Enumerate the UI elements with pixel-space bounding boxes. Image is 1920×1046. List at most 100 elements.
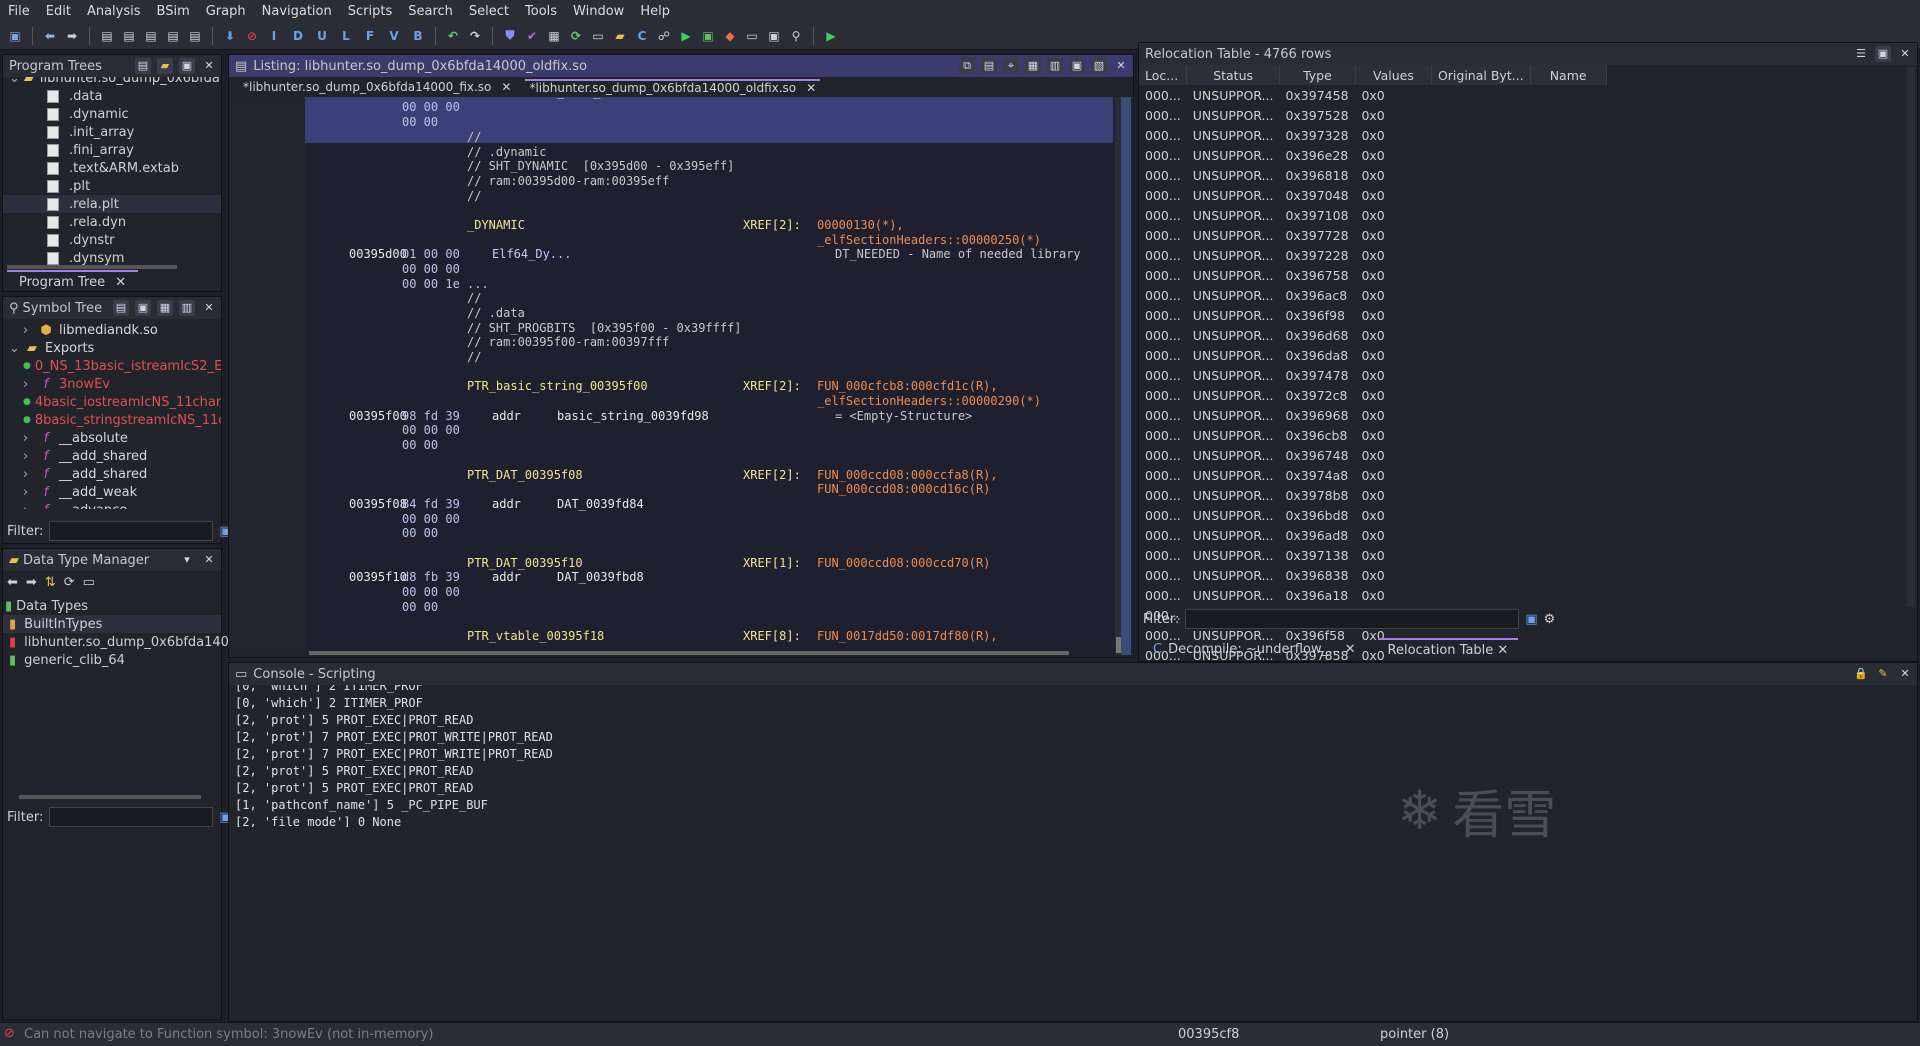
tab-program-tree[interactable]: Program Tree ✕	[7, 269, 139, 293]
menu-bsim[interactable]: BSim	[149, 4, 198, 19]
next-instruction-icon[interactable]: ▤	[120, 27, 138, 45]
column-header[interactable]: Values	[1355, 65, 1432, 85]
chevron-right-icon[interactable]: ›	[23, 449, 37, 464]
tree-item[interactable]: .dynamic	[3, 105, 221, 123]
listing-token[interactable]: XREF[8]:	[743, 629, 801, 643]
chevron-right-icon[interactable]: ›	[23, 431, 37, 446]
table-row[interactable]: 000... UNSUPPOR... 0x396f98 0x0	[1139, 305, 1606, 325]
menu-icon[interactable]: ☰	[1853, 46, 1869, 62]
undo-icon[interactable]: ↶	[444, 27, 462, 45]
play-icon[interactable]: ▶	[822, 27, 840, 45]
menu-graph[interactable]: Graph	[198, 4, 254, 19]
toolbar-b-button[interactable]: B	[409, 27, 427, 45]
listing-token[interactable]: XREF[2]:	[743, 468, 801, 482]
table-row[interactable]: 000... UNSUPPOR... 0x3974a8 0x0	[1139, 465, 1606, 485]
layout-icon[interactable]: ▧	[1091, 58, 1107, 74]
column-header[interactable]: Type	[1279, 65, 1356, 85]
chevron-right-icon[interactable]: ›	[23, 323, 37, 338]
tree-root[interactable]: ⌄ ▰ libhunter.so_dump_0x6bfda14000_	[3, 77, 221, 87]
chevron-down-icon[interactable]: ⌄	[9, 341, 23, 356]
table-row[interactable]: 000... UNSUPPOR... 0x396d68 0x0	[1139, 325, 1606, 345]
tree-item[interactable]: .rela.plt	[3, 195, 221, 213]
column-header[interactable]: Status	[1186, 65, 1280, 85]
table-row[interactable]: 000... UNSUPPOR... 0x397528 0x0	[1139, 105, 1606, 125]
data-type-archive[interactable]: ▮ BuiltInTypes	[3, 615, 221, 633]
tree-item[interactable]: .plt	[3, 177, 221, 195]
redo-icon[interactable]: ↷	[466, 27, 484, 45]
run-icon[interactable]: ▶	[677, 27, 695, 45]
table-row[interactable]: 000... UNSUPPOR... 0x396818 0x0	[1139, 165, 1606, 185]
table-row[interactable]: 000... UNSUPPOR... 0x397138 0x0	[1139, 545, 1606, 565]
paste-icon[interactable]: ▤	[981, 58, 997, 74]
listing-token[interactable]: FUN_000ccd08:000cd16c(R)	[817, 482, 990, 496]
close-icon[interactable]: ✕	[806, 81, 816, 95]
tab-decompile[interactable]: C Decompile: ~underflow_... ✕	[1143, 639, 1366, 660]
symbol-tree-item[interactable]: › f __absolute	[3, 429, 221, 447]
toolbar-v-button[interactable]: V	[385, 27, 403, 45]
listing-token[interactable]: XREF[2]:	[743, 218, 801, 232]
horizontal-scrollbar[interactable]	[19, 795, 201, 799]
menu-search[interactable]: Search	[400, 4, 461, 19]
listing-token[interactable]: _elfSectionHeaders::00000250(*)	[817, 233, 1041, 247]
filter-options-icon[interactable]: ▣	[1525, 612, 1537, 627]
tree-item[interactable]: .data	[3, 87, 221, 105]
table-row[interactable]: 000... UNSUPPOR... 0x396ad8 0x0	[1139, 525, 1606, 545]
clear-icon[interactable]: ✎	[1875, 666, 1891, 682]
table-row[interactable]: 000... UNSUPPOR... 0x397458 0x0	[1139, 85, 1606, 105]
tab-relocation-table[interactable]: Relocation Table ✕	[1377, 637, 1519, 661]
new-namespace-icon[interactable]: ▦	[157, 300, 173, 316]
table-row[interactable]: 000... UNSUPPOR... 0x396da8 0x0	[1139, 345, 1606, 365]
tree-item[interactable]: .init_array	[3, 123, 221, 141]
listing-tab[interactable]: *libhunter.so_dump_0x6bfda14000_fix.so ✕	[243, 80, 511, 94]
menu-navigation[interactable]: Navigation	[254, 4, 340, 19]
symbol-tree-item[interactable]: › f 3nowEv	[3, 375, 221, 393]
menu-edit[interactable]: Edit	[38, 4, 79, 19]
symbol-tree-item[interactable]: ⌄ ▰ Exports	[3, 339, 221, 357]
c-script-icon[interactable]: C	[633, 27, 651, 45]
table-row[interactable]: 000... UNSUPPOR... 0x397328 0x0	[1139, 125, 1606, 145]
table-row[interactable]: 000... UNSUPPOR... 0x396758 0x0	[1139, 265, 1606, 285]
close-icon[interactable]: ✕	[1897, 666, 1913, 682]
menu-file[interactable]: File	[0, 4, 38, 19]
table-row[interactable]: 000... UNSUPPOR... 0x3978b8 0x0	[1139, 485, 1606, 505]
toolbar-i-button[interactable]: I	[265, 27, 283, 45]
chevron-right-icon[interactable]: ›	[23, 485, 37, 500]
diff-icon[interactable]: ▥	[1047, 58, 1063, 74]
collapse-icon[interactable]: ▭	[83, 575, 95, 590]
tree-item[interactable]: .rela.dyn	[3, 213, 221, 231]
table-row[interactable]: 000... UNSUPPOR... 0x3972c8 0x0	[1139, 385, 1606, 405]
table-row[interactable]: 000... UNSUPPOR... 0x397478 0x0	[1139, 365, 1606, 385]
chevron-right-icon[interactable]: ›	[23, 377, 37, 392]
table-row[interactable]: 000... UNSUPPOR... 0x397048 0x0	[1139, 185, 1606, 205]
table-row[interactable]: 000... UNSUPPOR... 0x396bd8 0x0	[1139, 505, 1606, 525]
check-icon[interactable]: ✔	[523, 27, 541, 45]
menu-window[interactable]: Window	[565, 4, 632, 19]
chevron-right-icon[interactable]: ›	[23, 503, 37, 510]
menu-analysis[interactable]: Analysis	[79, 4, 149, 19]
snapshot-icon[interactable]: ▣	[1069, 58, 1085, 74]
symbol-tree-item[interactable]: ● 0_NS_13basic_istreamIcS2_EE	[3, 357, 221, 375]
import-icon[interactable]: ▤	[113, 300, 129, 316]
listing-token[interactable]: _DYNAMIC	[467, 218, 525, 232]
shield-icon[interactable]: ⛊	[501, 27, 519, 45]
next-undefined-icon[interactable]: ▤	[142, 27, 160, 45]
data-types-root[interactable]: ▮ Data Types	[3, 597, 221, 615]
folder-icon[interactable]: ▰	[611, 27, 629, 45]
relocation-filter-input[interactable]	[1185, 609, 1520, 629]
symbol-tree-item[interactable]: ●4basic_iostreamIcNS_11char_tra	[3, 393, 221, 411]
symbol-tree-item[interactable]: › ⬢ libmediandk.so	[3, 321, 221, 339]
symbol-tree-item[interactable]: ›f __advance	[3, 501, 221, 510]
export-icon[interactable]: ▣	[1875, 46, 1891, 62]
table-row[interactable]: 000... UNSUPPOR... 0x396cb8 0x0	[1139, 425, 1606, 445]
disassemble-icon[interactable]: ⬇	[221, 27, 239, 45]
close-icon[interactable]: ✕	[1897, 46, 1913, 62]
menu-select[interactable]: Select	[461, 4, 517, 19]
symbol-filter-input[interactable]	[49, 521, 214, 541]
toolbar-f-button[interactable]: F	[361, 27, 379, 45]
listing-token[interactable]: FUN_000ccd08:000ccd70(R)	[817, 556, 990, 570]
settings-icon[interactable]: ⚙	[1544, 612, 1556, 627]
listing-token[interactable]: PTR_vtable_00395f18	[467, 629, 604, 643]
close-icon[interactable]: ✕	[201, 58, 217, 74]
data-type-archive[interactable]: ▮ generic_clib_64	[3, 651, 221, 669]
folder-icon[interactable]: ▰	[157, 58, 173, 74]
